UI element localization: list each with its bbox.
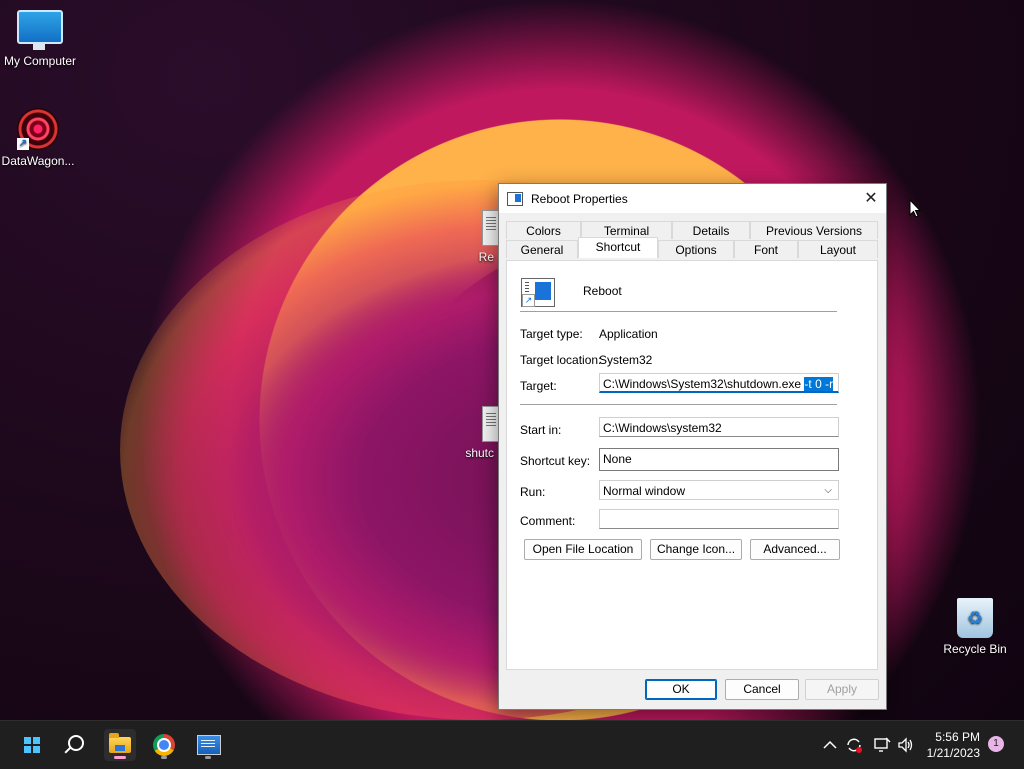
comment-input[interactable] xyxy=(599,509,839,529)
desktop-icon-shutdown[interactable]: shutc xyxy=(456,406,500,460)
target-label: Target: xyxy=(520,379,557,393)
taskbar-app[interactable] xyxy=(192,729,224,761)
open-file-location-button[interactable]: Open File Location xyxy=(524,539,642,560)
tab-layout[interactable]: Layout xyxy=(798,240,878,258)
shortcut-key-input[interactable]: None xyxy=(599,448,839,471)
desktop-icon-label: Recycle Bin xyxy=(943,642,1007,656)
desktop-icon-datawagon[interactable]: ↗ DataWagon... xyxy=(0,108,78,168)
monitor-icon xyxy=(17,10,63,50)
tab-options[interactable]: Options xyxy=(658,240,734,258)
tray-network-volume[interactable] xyxy=(870,721,918,769)
network-icon xyxy=(874,737,891,752)
target-input[interactable]: C:\Windows\System32\shutdown.exe -t 0 -r xyxy=(599,373,839,393)
recycle-bin-icon: ♻ xyxy=(957,598,993,638)
tab-font[interactable]: Font xyxy=(734,240,798,258)
tab-general[interactable]: General xyxy=(506,240,578,258)
sync-icon xyxy=(847,738,862,753)
run-label: Run: xyxy=(520,485,546,499)
desktop-icon-label: My Computer xyxy=(3,54,77,68)
chevron-up-icon xyxy=(823,740,837,749)
taskbar-file-explorer[interactable] xyxy=(104,729,136,761)
tab-previous-versions[interactable]: Previous Versions xyxy=(750,221,878,239)
chevron-down-icon: ⌵ xyxy=(824,485,832,496)
search-button[interactable] xyxy=(60,729,92,761)
desktop-icon-label: shutc xyxy=(465,446,494,460)
desktop-icon-label: Re xyxy=(478,250,494,264)
run-select[interactable]: Normal window ⌵ xyxy=(599,480,839,500)
app-window-icon xyxy=(197,735,221,755)
shortcut-name: Reboot xyxy=(583,284,622,298)
apply-button[interactable]: Apply xyxy=(805,679,879,700)
run-selected-value: Normal window xyxy=(603,484,686,498)
tab-shortcut[interactable]: Shortcut xyxy=(578,237,658,258)
desktop-icon-label: DataWagon... xyxy=(1,154,75,168)
clock[interactable]: 5:56 PM 1/21/2023 xyxy=(927,729,980,761)
taskbar: 5:56 PM 1/21/2023 1 xyxy=(0,720,1024,769)
target-selected-text: -t 0 -r xyxy=(804,377,834,391)
target-type-label: Target type: xyxy=(520,327,583,341)
tab-details[interactable]: Details xyxy=(672,221,750,239)
clock-date: 1/21/2023 xyxy=(926,746,980,760)
target-location-label: Target location: xyxy=(520,353,602,367)
shortcut-key-label: Shortcut key: xyxy=(520,454,591,468)
notification-badge[interactable]: 1 xyxy=(988,736,1004,752)
divider xyxy=(520,311,837,312)
comment-label: Comment: xyxy=(520,514,576,528)
tray-sync-button[interactable] xyxy=(843,721,865,769)
start-in-input[interactable]: C:\Windows\system32 xyxy=(599,417,839,437)
shortcut-panel: ↗ Reboot Target type: Application Target… xyxy=(506,260,878,670)
datawagon-icon: ↗ xyxy=(17,108,59,150)
shortcut-icon xyxy=(507,191,523,206)
volume-icon xyxy=(898,737,913,753)
taskbar-chrome[interactable] xyxy=(148,729,180,761)
start-button[interactable] xyxy=(16,729,48,761)
desktop-icon-my-computer[interactable]: My Computer xyxy=(0,10,80,68)
folder-icon xyxy=(109,733,131,753)
close-button[interactable]: ✕ xyxy=(856,184,886,213)
tray-overflow-button[interactable] xyxy=(820,721,840,769)
ok-button[interactable]: OK xyxy=(645,679,717,700)
running-indicator xyxy=(205,756,211,759)
start-in-label: Start in: xyxy=(520,423,562,437)
properties-dialog: Reboot Properties ✕ Colors Terminal Deta… xyxy=(498,183,887,710)
active-indicator xyxy=(114,756,126,759)
shortcut-arrow-icon: ↗ xyxy=(17,138,29,150)
tab-strip: Colors Terminal Details Previous Version… xyxy=(506,221,878,261)
clock-time: 5:56 PM xyxy=(935,730,980,744)
target-text: C:\Windows\System32\shutdown.exe xyxy=(603,377,805,391)
tab-colors[interactable]: Colors xyxy=(506,221,581,239)
dialog-title: Reboot Properties xyxy=(531,191,628,206)
desktop-icon-recycle-bin[interactable]: ♻ Recycle Bin xyxy=(935,598,1015,656)
running-indicator xyxy=(161,756,167,759)
cancel-button[interactable]: Cancel xyxy=(725,679,799,700)
mouse-cursor-icon xyxy=(909,199,921,218)
target-type-value: Application xyxy=(599,327,658,341)
desktop-icon-reboot[interactable]: Re xyxy=(456,210,500,264)
windows-logo-icon xyxy=(24,737,40,753)
divider xyxy=(520,404,837,405)
shortcut-large-icon: ↗ xyxy=(521,278,555,307)
target-location-value: System32 xyxy=(599,353,653,367)
dialog-titlebar[interactable]: Reboot Properties ✕ xyxy=(499,184,886,213)
search-icon xyxy=(68,735,84,751)
advanced-button[interactable]: Advanced... xyxy=(750,539,840,560)
chrome-icon xyxy=(153,734,175,756)
change-icon-button[interactable]: Change Icon... xyxy=(650,539,742,560)
